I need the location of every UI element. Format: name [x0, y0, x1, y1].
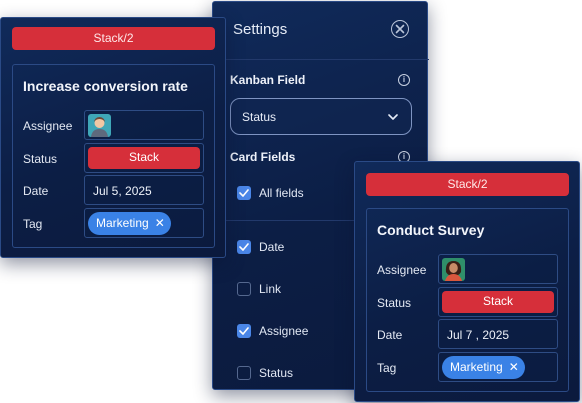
- card-body: Increase conversion rate Assignee Status…: [12, 64, 215, 248]
- status-field[interactable]: Stack: [438, 287, 558, 317]
- tag-field[interactable]: Marketing ✕: [84, 208, 204, 238]
- avatar: [88, 114, 111, 137]
- date-field[interactable]: Jul 7 , 2025: [438, 319, 558, 349]
- avatar: [442, 258, 465, 281]
- kanban-field-value: Status: [242, 110, 277, 124]
- card-title: Increase conversion rate: [23, 78, 188, 94]
- checkbox-checked[interactable]: [237, 240, 251, 254]
- status-label: Status: [377, 296, 412, 310]
- assignee-label: Assignee: [23, 119, 73, 133]
- kanban-field-select[interactable]: Status: [230, 98, 412, 135]
- status-badge: Stack: [88, 147, 200, 169]
- tag-chip[interactable]: Marketing ✕: [442, 356, 525, 379]
- assignee-field[interactable]: [84, 110, 204, 140]
- tag-chip-label: Marketing: [450, 360, 503, 374]
- close-icon[interactable]: ✕: [155, 216, 165, 230]
- card-stack-header: Stack/2: [366, 173, 569, 196]
- tag-label: Tag: [23, 217, 43, 231]
- status-badge: Stack: [442, 291, 554, 313]
- card-title: Conduct Survey: [377, 222, 485, 238]
- checkbox-label: Status: [259, 366, 294, 380]
- checkbox-unchecked[interactable]: [237, 366, 251, 380]
- date-label: Date: [377, 328, 403, 342]
- checkbox-checked[interactable]: [237, 186, 251, 200]
- checkbox-checked[interactable]: [237, 324, 251, 338]
- assignee-label: Assignee: [377, 263, 427, 277]
- checkbox-unchecked[interactable]: [237, 282, 251, 296]
- date-label: Date: [23, 184, 49, 198]
- tag-field[interactable]: Marketing ✕: [438, 352, 558, 382]
- checkbox-label: All fields: [259, 186, 304, 200]
- settings-title: Settings: [233, 21, 288, 38]
- kanban-card[interactable]: Stack/2 Increase conversion rate Assigne…: [0, 17, 226, 258]
- date-value: Jul 7 , 2025: [447, 328, 510, 342]
- tag-chip[interactable]: Marketing ✕: [88, 212, 171, 235]
- status-label: Status: [23, 152, 58, 166]
- card-body: Conduct Survey Assignee Status Stack Dat…: [366, 208, 569, 392]
- chevron-down-icon: [388, 114, 398, 120]
- card-fields-label: Card Fields: [230, 150, 296, 164]
- assignee-field[interactable]: [438, 254, 558, 284]
- close-icon[interactable]: ✕: [509, 360, 519, 374]
- kanban-card[interactable]: Stack/2 Conduct Survey Assignee Status S…: [354, 161, 580, 402]
- date-field[interactable]: Jul 5, 2025: [84, 175, 204, 205]
- checkbox-label: Assignee: [259, 324, 309, 338]
- divider: [213, 59, 429, 60]
- checkbox-label: Date: [259, 240, 285, 254]
- close-icon[interactable]: [391, 20, 409, 38]
- tag-chip-label: Marketing: [96, 216, 149, 230]
- card-stack-header: Stack/2: [12, 27, 215, 50]
- kanban-field-label: Kanban Field: [230, 73, 306, 87]
- tag-label: Tag: [377, 361, 397, 375]
- checkbox-label: Link: [259, 282, 282, 296]
- status-field[interactable]: Stack: [84, 143, 204, 173]
- info-icon[interactable]: i: [398, 74, 410, 86]
- date-value: Jul 5, 2025: [93, 184, 152, 198]
